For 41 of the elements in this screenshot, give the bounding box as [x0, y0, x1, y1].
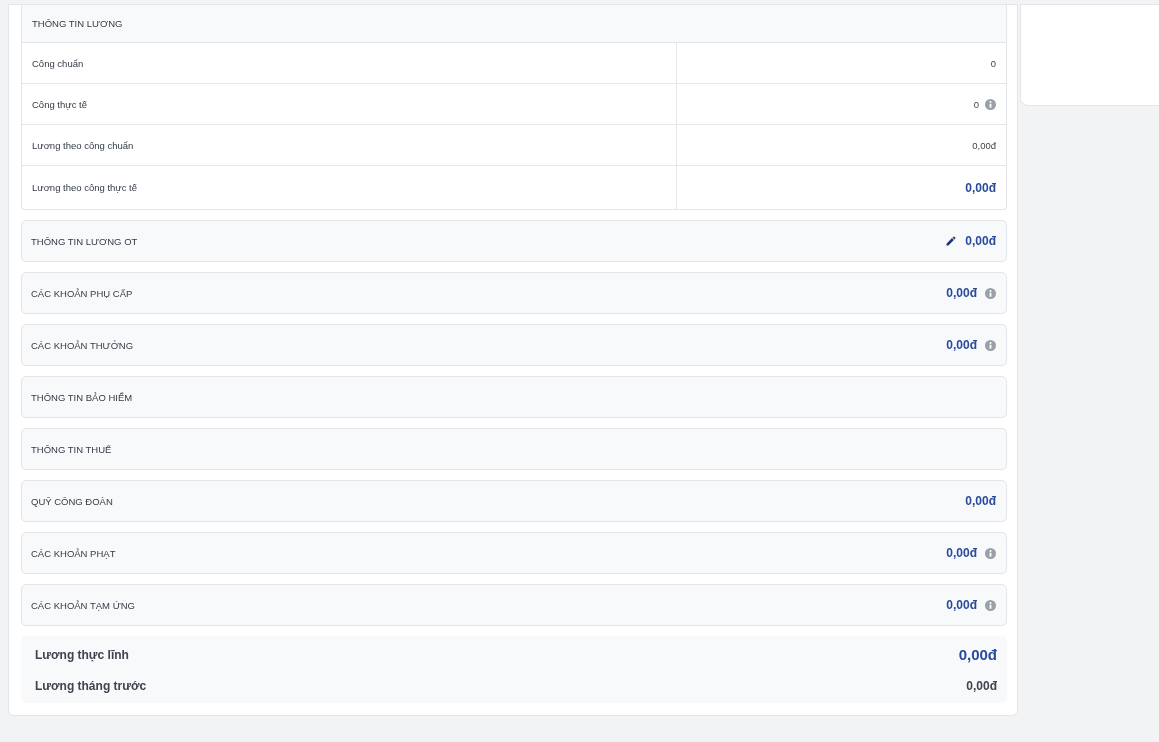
section-header[interactable]: CÁC KHOẢN PHẠT 0,00đ	[21, 532, 1007, 574]
section-header[interactable]: THÔNG TIN LƯƠNG OT 0,00đ	[21, 220, 1007, 262]
amount-text: 0,00đ	[965, 494, 996, 508]
section-header[interactable]: CÁC KHOẢN PHỤ CẤP 0,00đ	[21, 272, 1007, 314]
amount-text: 0,00đ	[965, 180, 996, 195]
section-header[interactable]: THÔNG TIN THUẾ	[21, 428, 1007, 470]
amount-text: 0,00đ	[946, 546, 977, 560]
amount-text: 0,00đ	[946, 598, 977, 612]
section-title: THÔNG TIN THUẾ	[31, 443, 112, 455]
amount-text: 0,00đ	[946, 338, 977, 352]
info-icon[interactable]	[985, 287, 996, 299]
amount-text: 0	[973, 98, 979, 110]
table-cell: Công thực tế	[22, 84, 677, 124]
summary-amount: 0,00đ	[958, 646, 997, 663]
section-header[interactable]: THÔNG TIN BẢO HIỂM	[21, 376, 1007, 418]
summary-amount: 0,00đ	[966, 679, 997, 693]
section-header[interactable]: CÁC KHOẢN THƯỞNG 0,00đ	[21, 324, 1007, 366]
summary-label: Lương thực lĩnh	[35, 647, 129, 662]
section-header[interactable]: QUỸ CÔNG ĐOÀN 0,00đ	[21, 480, 1007, 522]
amount-text: 0,00đ	[972, 139, 996, 151]
summary-label: Lương tháng trước	[35, 679, 147, 693]
table-cell: Lương theo công thực tế	[22, 166, 677, 209]
table-cell: Lương theo công chuẩn	[22, 125, 677, 165]
table-cell: Công chuẩn	[22, 43, 677, 83]
amount-text: 0	[990, 57, 996, 69]
section-title: THÔNG TIN LƯƠNG OT	[31, 235, 138, 247]
info-icon[interactable]	[985, 98, 996, 110]
section-title: CÁC KHOẢN PHỤ CẤP	[31, 287, 133, 299]
table-title: THÔNG TIN LƯƠNG	[22, 5, 1006, 43]
info-icon[interactable]	[985, 339, 996, 351]
amount-text: 0,00đ	[965, 234, 996, 248]
info-icon[interactable]	[985, 547, 996, 559]
section-title: CÁC KHOẢN PHẠT	[31, 547, 116, 559]
section-title: THÔNG TIN BẢO HIỂM	[31, 391, 133, 403]
section-title: CÁC KHOẢN THƯỞNG	[31, 339, 134, 351]
section-title: CÁC KHOẢN TẠM ỨNG	[31, 599, 135, 611]
amount-text: 0,00đ	[946, 286, 977, 300]
section-header[interactable]: CÁC KHOẢN TẠM ỨNG 0,00đ	[21, 584, 1007, 626]
pencil-icon[interactable]	[945, 235, 958, 247]
section-title: QUỸ CÔNG ĐOÀN	[31, 495, 113, 507]
info-icon[interactable]	[985, 599, 996, 611]
